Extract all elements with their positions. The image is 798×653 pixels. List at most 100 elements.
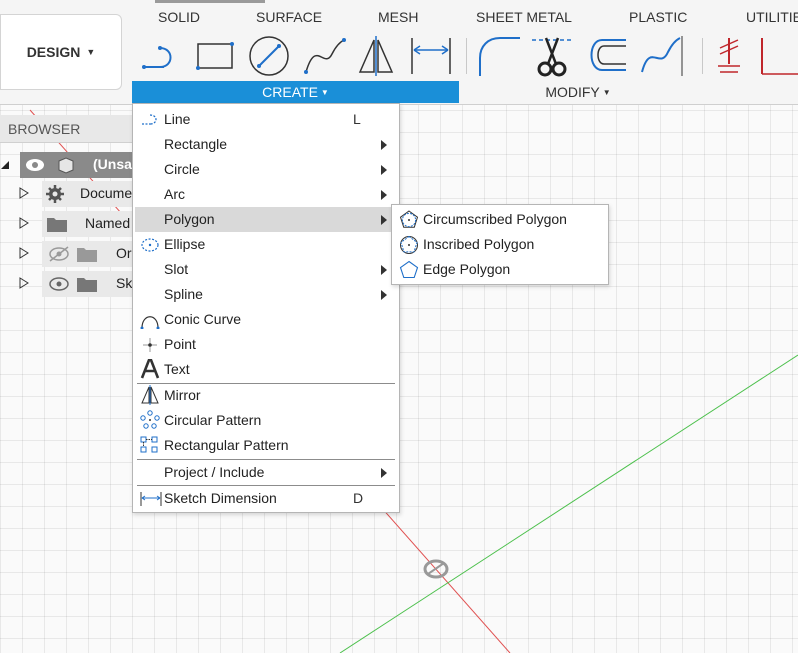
toolbar-divider: [702, 38, 703, 74]
rectangle-tool-button[interactable]: [194, 36, 240, 76]
toolbar: DESIGN ▼ SOLID SURFACE MESH SHEET METAL …: [0, 0, 798, 105]
workspace-switcher-button[interactable]: DESIGN ▼: [0, 14, 122, 90]
eye-icon[interactable]: [24, 157, 46, 173]
menu-item-label: Project / Include: [164, 464, 265, 480]
tab-sheet-metal[interactable]: SHEET METAL: [476, 9, 572, 25]
gear-icon: [46, 185, 64, 203]
submenu-item-circumscribed-polygon[interactable]: Circumscribed Polygon: [394, 207, 606, 232]
conic-curve-icon: [140, 316, 160, 329]
eye-icon[interactable]: [48, 276, 70, 292]
inscribed-polygon-icon: [400, 235, 418, 254]
menu-item-slot[interactable]: Slot: [135, 257, 397, 282]
fillet-tool-button[interactable]: [476, 34, 522, 78]
chevron-down-icon: ▼: [86, 47, 96, 57]
menu-item-label: Conic Curve: [164, 311, 242, 327]
expand-triangle-icon[interactable]: [19, 247, 29, 259]
menu-item-label: Rectangular Pattern: [164, 437, 289, 453]
menu-item-project-include[interactable]: Project / Include: [135, 460, 397, 485]
line-tool-button[interactable]: [140, 36, 186, 76]
rectangular-pattern-icon: [140, 436, 158, 453]
menu-item-label: Polygon: [164, 211, 215, 227]
folder-icon: [77, 278, 97, 292]
menu-item-label: Ellipse: [164, 236, 206, 252]
collapse-triangle-icon[interactable]: [0, 160, 10, 170]
menu-item-spline[interactable]: Spline: [135, 282, 397, 307]
eye-hidden-icon[interactable]: [48, 246, 70, 262]
expand-triangle-icon[interactable]: [19, 217, 29, 229]
menu-item-label: Mirror: [164, 387, 201, 403]
tab-solid[interactable]: SOLID: [158, 9, 200, 25]
menu-item-label: Spline: [164, 286, 203, 302]
menu-item-circle[interactable]: Circle: [135, 157, 397, 182]
menu-item-label: Line: [164, 111, 191, 127]
submenu-item-inscribed-polygon[interactable]: Inscribed Polygon: [394, 232, 606, 257]
menu-item-label: Circular Pattern: [164, 412, 262, 428]
menu-item-mirror[interactable]: Mirror: [135, 383, 397, 408]
line-icon: [142, 46, 172, 69]
spline-icon: [304, 38, 346, 74]
sketch-dimension-tool-button[interactable]: [408, 34, 454, 78]
browser-header[interactable]: BROWSER: [0, 115, 134, 143]
modify-menu-button[interactable]: MODIFY ▼: [478, 81, 678, 103]
spline-tool-button[interactable]: [302, 34, 348, 78]
tab-utilities[interactable]: UTILITIES: [746, 9, 798, 25]
y-axis-green: [339, 354, 798, 653]
circle-tool-button[interactable]: [247, 34, 293, 78]
submenu-item-label: Circumscribed Polygon: [423, 211, 567, 227]
menu-item-label: Rectangle: [164, 136, 228, 152]
toolbar-top-strip: [155, 0, 265, 3]
expand-triangle-icon[interactable]: [19, 277, 29, 289]
dimension-constraint-button[interactable]: [758, 36, 798, 78]
submenu-arrow-icon: [381, 215, 387, 225]
create-menu-button[interactable]: CREATE ▼: [132, 81, 459, 103]
fillet-icon: [479, 37, 520, 76]
folder-icon: [77, 248, 97, 262]
menu-item-polygon[interactable]: Polygon: [135, 207, 397, 232]
trim-tool-button[interactable]: [530, 34, 574, 78]
tree-label-document-settings: Document Settings: [80, 185, 134, 201]
menu-item-sketch-dimension[interactable]: Sketch Dimension D: [135, 486, 397, 511]
menu-item-ellipse[interactable]: Ellipse: [135, 232, 397, 257]
shortcut-label: D: [353, 490, 364, 506]
menu-item-conic-curve[interactable]: Conic Curve: [135, 307, 397, 332]
offset-tool-button[interactable]: [584, 34, 630, 78]
submenu-arrow-icon: [381, 265, 387, 275]
tree-row-document-settings[interactable]: Document Settings: [0, 181, 134, 207]
menu-item-point[interactable]: Point: [135, 332, 397, 357]
submenu-item-label: Inscribed Polygon: [423, 236, 535, 252]
tree-row-root[interactable]: (Unsaved): [0, 152, 134, 178]
dimension-icon: [411, 38, 451, 74]
submenu-arrow-icon: [381, 140, 387, 150]
menu-item-arc[interactable]: Arc: [135, 182, 397, 207]
tree-row-sketches[interactable]: Sketches: [0, 271, 134, 297]
menu-item-circular-pattern[interactable]: Circular Pattern: [135, 408, 397, 433]
tree-row-origin[interactable]: Origin: [0, 241, 134, 267]
expand-triangle-icon[interactable]: [19, 187, 29, 199]
offset-icon: [590, 39, 626, 71]
constraint-tool-button[interactable]: [714, 36, 744, 78]
curve-icon: [641, 36, 683, 76]
tab-mesh[interactable]: MESH: [378, 9, 418, 25]
tree-row-named-views[interactable]: Named Views: [0, 211, 134, 237]
ellipse-icon: [141, 238, 159, 252]
mirror-tool-button[interactable]: [356, 34, 398, 78]
tab-surface[interactable]: SURFACE: [256, 9, 322, 25]
mirror-icon: [358, 36, 394, 76]
menu-item-text[interactable]: Text: [135, 357, 397, 382]
menu-item-label: Arc: [164, 186, 185, 202]
submenu-item-edge-polygon[interactable]: Edge Polygon: [394, 257, 606, 282]
spline-modify-tool-button[interactable]: [638, 34, 684, 78]
menu-item-rectangle[interactable]: Rectangle: [135, 132, 397, 157]
tab-plastic[interactable]: PLASTIC: [629, 9, 687, 25]
menu-item-label: Circle: [164, 161, 200, 177]
caret-down-icon: ▼: [320, 88, 329, 97]
menu-item-label: Slot: [164, 261, 189, 277]
component-cube-icon: [58, 157, 74, 174]
create-label: CREATE: [262, 84, 318, 100]
mirror-icon: [141, 385, 159, 405]
menu-item-rectangular-pattern[interactable]: Rectangular Pattern: [135, 433, 397, 458]
menu-item-line[interactable]: Line L: [135, 107, 397, 132]
folder-icon: [47, 218, 67, 232]
create-dropdown-menu: Line L Rectangle Circle Arc Polygon Elli…: [132, 103, 400, 513]
polygon-submenu: Circumscribed Polygon Inscribed Polygon …: [391, 204, 609, 285]
